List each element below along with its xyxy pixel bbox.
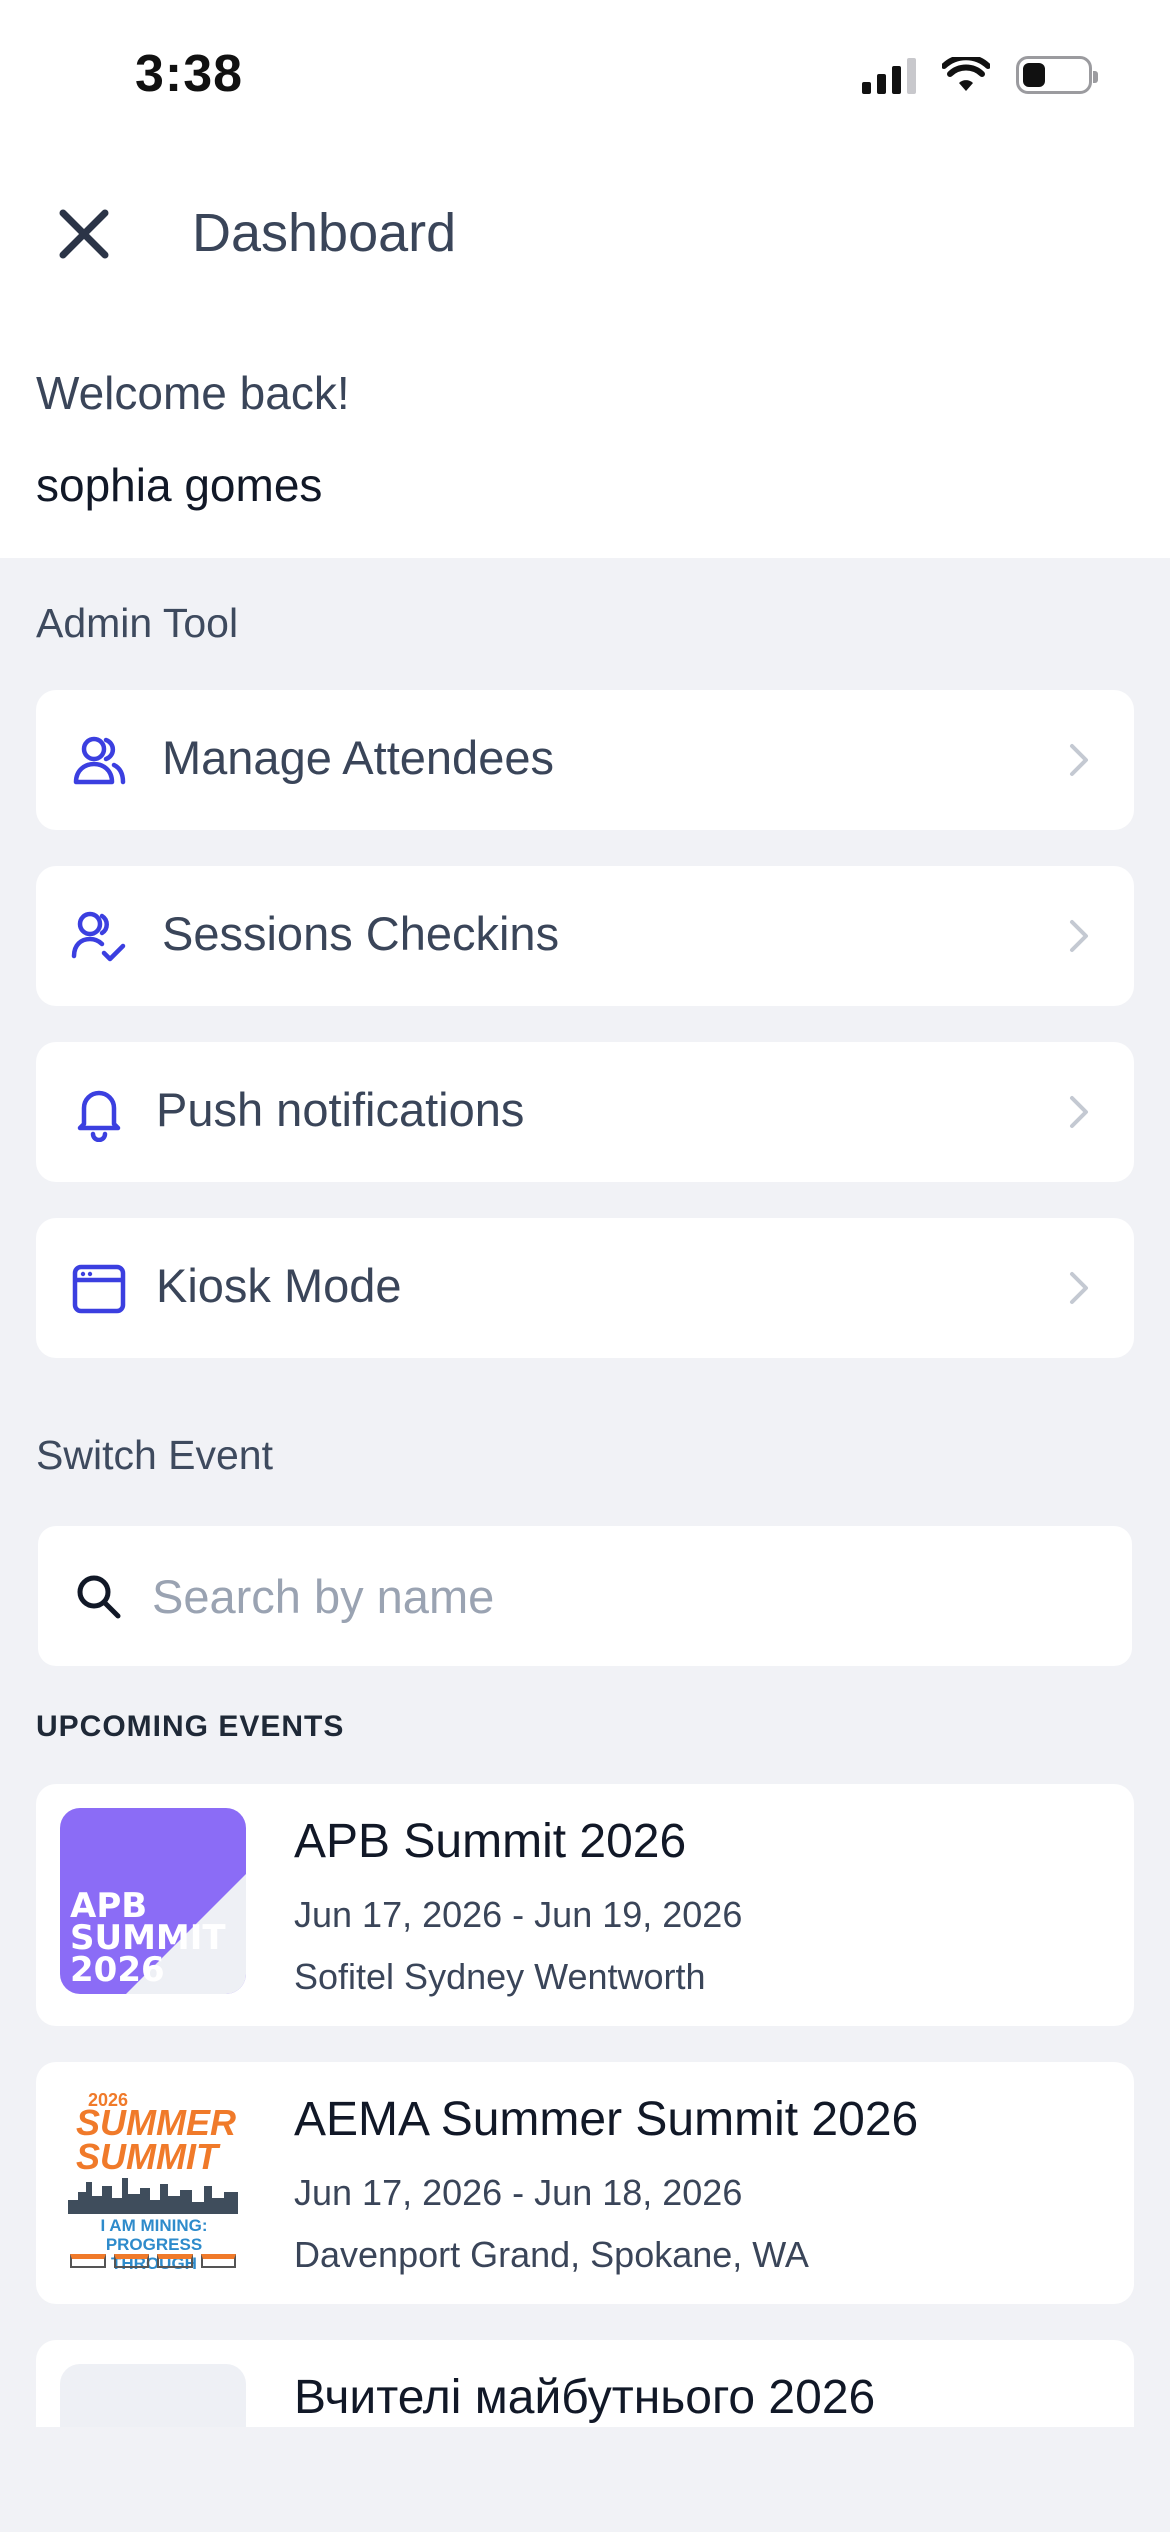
app-header: Dashboard (0, 180, 1170, 280)
event-dates: Jun 17, 2026 - Jun 19, 2026 (294, 1894, 743, 1935)
search-icon (77, 1575, 121, 1619)
wifi-icon (942, 57, 990, 91)
battery-level (1023, 63, 1045, 87)
event-card-vchyteli[interactable]: Вчителі майбутнього 2026 (36, 2340, 1134, 2427)
bell-icon (77, 1090, 121, 1142)
menu-item-label: Kiosk Mode (156, 1259, 402, 1312)
admin-tool-label: Admin Tool (36, 600, 239, 646)
upcoming-events-label: UPCOMING EVENTS (36, 1710, 345, 1743)
user-name: sophia gomes (36, 459, 323, 511)
bottom-safe-area (0, 2427, 1170, 2532)
menu-item-kiosk-mode[interactable]: Kiosk Mode (36, 1218, 1134, 1358)
header-area: 3:38 Dashboard Welcome back! sophia gome… (0, 0, 1170, 558)
chevron-right-icon (1070, 1272, 1088, 1304)
chevron-right-icon (1070, 1096, 1088, 1128)
signal-icon (862, 56, 916, 94)
event-logo: 2026 SUMMER SUMMIT I AM MINING: PROGRESS T… (60, 2086, 246, 2272)
event-logo: APB SUMMIT 2026 (60, 1808, 246, 1994)
menu-item-label: Manage Attendees (162, 731, 554, 784)
search-input[interactable] (152, 1556, 1092, 1636)
search-box (38, 1526, 1132, 1666)
menu-item-label: Push notifications (156, 1083, 525, 1136)
menu-item-manage-attendees[interactable]: Manage Attendees (36, 690, 1134, 830)
event-name: AEMA Summer Summit 2026 (294, 2093, 919, 2146)
menu-item-push-notifications[interactable]: Push notifications (36, 1042, 1134, 1182)
event-list: APB SUMMIT 2026 APB Summit 2026 Jun 17, … (0, 1760, 1170, 2427)
event-name: Вчителі майбутнього 2026 (294, 2371, 876, 2424)
event-card-apb-summit[interactable]: APB SUMMIT 2026 APB Summit 2026 Jun 17, … (36, 1784, 1134, 2026)
page-title: Dashboard (192, 203, 457, 263)
browser-window-icon (72, 1264, 126, 1314)
event-card-aema-summer-summit[interactable]: 2026 SUMMER SUMMIT I AM MINING: PROGRESS T… (36, 2062, 1134, 2304)
menu-item-sessions-checkins[interactable]: Sessions Checkins (36, 866, 1134, 1006)
event-logo (60, 2364, 246, 2427)
status-time: 3:38 (135, 45, 244, 103)
user-check-icon (71, 911, 126, 962)
status-bar: 3:38 (0, 0, 1170, 150)
event-name: APB Summit 2026 (294, 1815, 687, 1868)
skyline-graphic (68, 2178, 238, 2214)
users-icon (73, 736, 126, 785)
close-button[interactable] (50, 200, 118, 268)
switch-event-label: Switch Event (36, 1432, 273, 1478)
event-dates: Jun 17, 2026 - Jun 18, 2026 (294, 2172, 743, 2213)
chevron-right-icon (1070, 920, 1088, 952)
status-icons (862, 56, 1098, 94)
close-icon (59, 209, 109, 259)
chevron-right-icon (1070, 744, 1088, 776)
event-venue: Sofitel Sydney Wentworth (294, 1956, 706, 1997)
event-venue: Davenport Grand, Spokane, WA (294, 2234, 809, 2275)
menu-item-label: Sessions Checkins (162, 907, 560, 960)
battery-icon (1016, 56, 1098, 94)
welcome-text: Welcome back! (36, 367, 350, 419)
